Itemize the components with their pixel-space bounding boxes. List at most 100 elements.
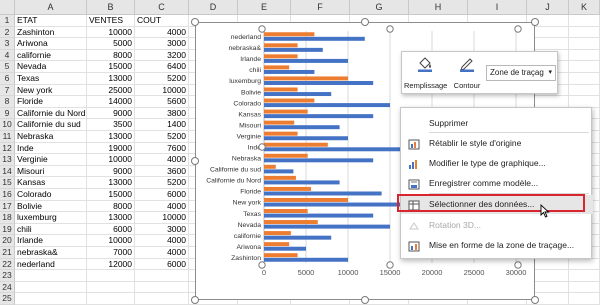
empty-cell[interactable]: [15, 293, 87, 305]
row-header[interactable]: 5: [0, 61, 15, 73]
chart-resize-handle[interactable]: [531, 18, 539, 26]
empty-cell[interactable]: [569, 61, 600, 73]
column-header[interactable]: B: [87, 0, 135, 15]
column-header[interactable]: F: [291, 0, 350, 15]
column-header[interactable]: E: [238, 0, 291, 15]
table-cell-state[interactable]: Misouri: [15, 165, 87, 178]
table-cell-cost[interactable]: 5600: [135, 96, 189, 108]
table-cell-state[interactable]: Inde: [15, 142, 87, 155]
table-cell-sales[interactable]: 10000: [87, 154, 135, 166]
table-cell-sales[interactable]: 13000: [87, 131, 135, 143]
table-cell-state[interactable]: Texas: [15, 73, 87, 85]
row-header[interactable]: 1: [0, 15, 15, 27]
row-header[interactable]: 23: [0, 270, 15, 282]
context-menu-item[interactable]: Mise en forme de la zone de traçage...: [401, 236, 593, 255]
empty-cell[interactable]: [87, 270, 135, 282]
chart-element-dropdown[interactable]: Zone de traçag ▾: [486, 65, 556, 81]
context-menu-item[interactable]: Modifier le type de graphique...: [401, 154, 593, 173]
table-cell-sales[interactable]: 13000: [87, 212, 135, 224]
row-header[interactable]: 14: [0, 165, 15, 178]
empty-cell[interactable]: [569, 73, 600, 85]
table-cell-state[interactable]: Californie du sud: [15, 119, 87, 131]
column-header[interactable]: H: [409, 0, 468, 15]
table-cell-state[interactable]: nederland: [15, 258, 87, 271]
chart-resize-handle[interactable]: [361, 296, 369, 304]
column-header[interactable]: C: [135, 0, 189, 15]
table-cell-state[interactable]: Zashinton: [15, 26, 87, 39]
row-header[interactable]: 16: [0, 189, 15, 201]
empty-cell[interactable]: [135, 281, 189, 294]
table-cell-state[interactable]: Californie du Nord: [15, 107, 87, 120]
context-menu-item[interactable]: Rétablir le style d'origine: [401, 134, 593, 153]
table-cell-cost[interactable]: 4000: [135, 200, 189, 213]
table-cell-sales[interactable]: 13000: [87, 177, 135, 189]
table-cell-cost[interactable]: 4000: [135, 26, 189, 39]
table-cell-cost[interactable]: 3800: [135, 107, 189, 120]
table-cell-cost[interactable]: 5200: [135, 177, 189, 189]
table-cell-state[interactable]: Ariwona: [15, 38, 87, 50]
row-header[interactable]: 13: [0, 154, 15, 166]
row-header[interactable]: 8: [0, 96, 15, 108]
row-header[interactable]: 6: [0, 73, 15, 85]
empty-cell[interactable]: [569, 258, 600, 271]
table-header-cell[interactable]: ETAT: [15, 15, 87, 27]
table-cell-sales[interactable]: 15000: [87, 189, 135, 201]
row-header[interactable]: 15: [0, 177, 15, 189]
empty-cell[interactable]: [569, 281, 600, 294]
row-header[interactable]: 7: [0, 84, 15, 97]
table-cell-sales[interactable]: 12000: [87, 258, 135, 271]
table-cell-sales[interactable]: 10000: [87, 26, 135, 39]
table-cell-sales[interactable]: 3500: [87, 119, 135, 131]
empty-cell[interactable]: [569, 49, 600, 62]
select-all-corner[interactable]: [0, 0, 15, 15]
table-cell-cost[interactable]: 6400: [135, 61, 189, 73]
row-header[interactable]: 2: [0, 26, 15, 39]
row-header[interactable]: 4: [0, 49, 15, 62]
chart-resize-handle[interactable]: [361, 18, 369, 26]
table-cell-state[interactable]: Nevada: [15, 61, 87, 73]
table-cell-cost[interactable]: 5200: [135, 73, 189, 85]
row-header[interactable]: 25: [0, 293, 15, 305]
table-cell-sales[interactable]: 15000: [87, 61, 135, 73]
context-menu-item[interactable]: Enregistrer comme modèle...: [401, 174, 593, 193]
row-header[interactable]: 18: [0, 212, 15, 224]
table-cell-sales[interactable]: 13000: [87, 73, 135, 85]
table-cell-state[interactable]: californie: [15, 49, 87, 62]
table-cell-sales[interactable]: 5000: [87, 38, 135, 50]
chart-resize-handle[interactable]: [191, 157, 199, 165]
table-cell-sales[interactable]: 25000: [87, 84, 135, 97]
empty-cell[interactable]: [569, 293, 600, 305]
table-cell-state[interactable]: Bolivie: [15, 200, 87, 213]
row-header[interactable]: 24: [0, 281, 15, 294]
table-cell-state[interactable]: luxemburg: [15, 212, 87, 224]
chart-resize-handle[interactable]: [191, 18, 199, 26]
empty-cell[interactable]: [135, 293, 189, 305]
column-header[interactable]: K: [569, 0, 600, 15]
table-cell-sales[interactable]: 10000: [87, 235, 135, 247]
context-menu-item[interactable]: Supprimer: [401, 114, 593, 133]
table-cell-sales[interactable]: 9000: [87, 107, 135, 120]
table-cell-sales[interactable]: 8000: [87, 49, 135, 62]
chart-resize-handle[interactable]: [191, 296, 199, 304]
table-cell-cost[interactable]: 5200: [135, 131, 189, 143]
empty-cell[interactable]: [15, 281, 87, 294]
empty-cell[interactable]: [569, 38, 600, 50]
row-header[interactable]: 9: [0, 107, 15, 120]
table-cell-state[interactable]: Verginie: [15, 154, 87, 166]
row-header[interactable]: 11: [0, 131, 15, 143]
table-cell-cost[interactable]: 6000: [135, 258, 189, 271]
table-cell-sales[interactable]: 14000: [87, 96, 135, 108]
row-header[interactable]: 19: [0, 223, 15, 236]
column-header[interactable]: D: [189, 0, 238, 15]
table-cell-sales[interactable]: 6000: [87, 223, 135, 236]
table-cell-cost[interactable]: 3200: [135, 49, 189, 62]
table-cell-state[interactable]: Nebraska: [15, 131, 87, 143]
row-header[interactable]: 10: [0, 119, 15, 131]
empty-cell[interactable]: [569, 15, 600, 27]
table-cell-cost[interactable]: 10000: [135, 212, 189, 224]
empty-cell[interactable]: [569, 270, 600, 282]
table-cell-state[interactable]: Irlande: [15, 235, 87, 247]
table-cell-cost[interactable]: 3000: [135, 38, 189, 50]
empty-cell[interactable]: [569, 26, 600, 39]
row-header[interactable]: 21: [0, 247, 15, 259]
